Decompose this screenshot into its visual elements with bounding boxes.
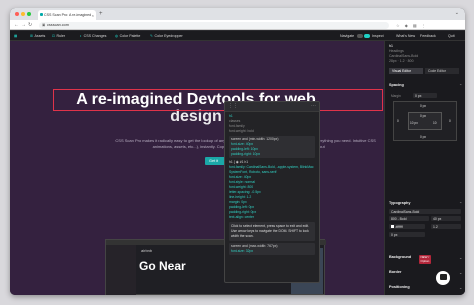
box-model: 0 px 0 0 0 px 0 px 10 px 10 (393, 101, 457, 141)
preview-sidebar (106, 245, 136, 295)
inspector-menu-icon[interactable]: ⋯ (311, 104, 316, 109)
grid-icon[interactable]: ▦ (14, 34, 17, 38)
padding-left-value[interactable]: 10 px (410, 121, 418, 125)
letter-spacing-input[interactable]: 0 px (389, 232, 425, 237)
assets-icon: ⊞ (30, 34, 34, 38)
minimize-window-button[interactable] (21, 12, 25, 16)
inspector-line: font-weight: bold (229, 129, 254, 133)
media-query-block[interactable]: screen and (min-width: 1200px) font-size… (229, 136, 315, 158)
chevron-down-icon[interactable]: ⌄ (459, 270, 462, 275)
url-bar[interactable]: ▣ cssscan.com (39, 21, 389, 29)
toolbar-css-changes[interactable]: ◐ CSS Changes (80, 34, 106, 38)
toolbar-navigate[interactable]: Navigate (340, 34, 354, 38)
selection-outline (53, 89, 383, 111)
new-tab-button[interactable]: + (99, 10, 103, 18)
inspect-toggle[interactable] (364, 34, 370, 38)
color-palette-icon: ◍ (115, 34, 119, 38)
toolbar-inspect[interactable]: Inspect (372, 34, 384, 38)
toolbar-color-eyedropper[interactable]: ✎ Color Eyedropper (150, 34, 183, 38)
url-text: cssscan.com (47, 23, 69, 27)
padding-right-value[interactable]: 10 (433, 121, 437, 125)
navigate-toggle[interactable] (357, 34, 363, 38)
color-input[interactable]: #ffffff (389, 224, 425, 229)
chat-bubble-button[interactable] (436, 271, 450, 285)
background-section[interactable]: Background NEW / Option ⌄ (389, 254, 462, 264)
positioning-label: Positioning (389, 285, 410, 289)
spacing-section[interactable]: Spacing ⌃ (389, 83, 462, 88)
css-scan-toolbar: ▦ ⊞ Assets ⊡ Ruler ◐ CSS Changes ◍ Color Pal… (10, 31, 465, 41)
toolbar-quit[interactable]: Quit (448, 34, 455, 38)
back-button[interactable]: ← (14, 21, 19, 29)
tab-close-icon[interactable]: × (92, 13, 94, 18)
eyedropper-icon: ✎ (150, 34, 154, 38)
tab-title: CSS Scan Pro: A re-imagined (44, 13, 92, 17)
tab-visual-editor[interactable]: Visual Editor (389, 68, 423, 74)
margin-input[interactable]: 0 px (413, 93, 437, 98)
css-prop: font-size: 32px (231, 249, 254, 253)
extension-icons[interactable]: ☆ ◆ ▦ ⋮ (396, 23, 428, 28)
element-info: 28px · 1.2 · 800 (389, 59, 414, 63)
preview-brand: airbnb (141, 248, 153, 253)
web-page: ▦ ⊞ Assets ⊡ Ruler ◐ CSS Changes ◍ Color Pal… (10, 31, 465, 295)
preview-heading: Go Near (139, 259, 186, 273)
toolbar-ruler[interactable]: ⊡ Ruler (52, 34, 65, 38)
chevron-up-icon[interactable]: ⌃ (459, 83, 462, 88)
css-changes-icon: ◐ (80, 34, 83, 38)
border-section[interactable]: Border ⌄ (389, 270, 462, 275)
element-summary: h1 Headings CardinalSans-Bold 28px · 1.2… (389, 44, 418, 64)
margin-bottom-value[interactable]: 0 px (420, 135, 426, 139)
typography-section[interactable]: Typography ⌃ (389, 201, 462, 206)
css-prop: text-align: center (229, 215, 255, 219)
chat-icon (439, 274, 447, 280)
reload-button[interactable]: ↻ (28, 21, 32, 29)
font-size-input[interactable]: 40 px (431, 216, 461, 221)
line-height-input[interactable]: 1.2 (431, 224, 461, 229)
css-prop: padding-right: 10px (231, 152, 261, 156)
media-query-block[interactable]: screen and (max-width: 767px) font-size:… (229, 243, 315, 255)
margin-label: Margin (391, 94, 401, 98)
border-label: Border (389, 270, 402, 274)
color-swatch (391, 224, 394, 228)
chevron-down-icon[interactable]: ⌄ (459, 285, 462, 290)
margin-left-value[interactable]: 0 (397, 119, 399, 123)
toolbar-color-palette[interactable]: ◍ Color Palette (115, 34, 140, 38)
drag-handle-icon[interactable]: ⋮⋮ (228, 104, 238, 109)
forward-button[interactable]: → (21, 21, 26, 29)
toolbar-assets[interactable]: ⊞ Assets (30, 34, 45, 38)
font-family-select[interactable]: CardinalSans-Bold (389, 209, 461, 214)
browser-tab[interactable]: CSS Scan Pro: A re-imagined × (38, 10, 96, 20)
margin-right-value[interactable]: 0 (449, 119, 451, 123)
typography-label: Typography (389, 201, 411, 205)
tab-code-editor[interactable]: Code Editor (425, 68, 459, 74)
inspector-header: ⋮⋮ ⋯ (225, 102, 319, 112)
status-badge: NEW / Option (419, 254, 431, 264)
tab-list-chevron-icon[interactable]: ⌄ (455, 10, 459, 16)
font-weight-select[interactable]: 800 - Bold (389, 216, 429, 221)
toolbar-feedback[interactable]: Feedback (420, 34, 436, 38)
toolbar-whats-new[interactable]: What's New (396, 34, 415, 38)
address-bar-row: ← → ↻ ▣ cssscan.com ☆ ◆ ▦ ⋮ (10, 20, 465, 30)
inspector-popup[interactable]: ⋮⋮ ⋯ h1 classes font-family font-weight:… (224, 101, 320, 283)
chevron-down-icon[interactable]: ⌄ (459, 255, 462, 260)
inspector-hint: Click to select element, press space to … (229, 222, 315, 241)
margin-top-value[interactable]: 0 px (420, 104, 426, 108)
editor-tabs: Visual Editor Code Editor (389, 68, 462, 74)
color-value: #ffffff (395, 224, 403, 229)
favicon-icon (40, 13, 43, 16)
lock-icon: ▣ (42, 23, 46, 28)
close-window-button[interactable] (15, 12, 19, 16)
background-label: Background (389, 255, 412, 259)
browser-window: CSS Scan Pro: A re-imagined × + ⌄ ← → ↻ … (10, 8, 465, 295)
chevron-up-icon[interactable]: ⌃ (459, 201, 462, 206)
positioning-section[interactable]: Positioning ⌄ (389, 285, 462, 290)
spacing-label: Spacing (389, 83, 404, 87)
css-editor-panel: h1 Headings CardinalSans-Bold 28px · 1.2… (384, 41, 465, 295)
ruler-icon: ⊡ (52, 34, 56, 38)
maximize-window-button[interactable] (27, 12, 31, 16)
tab-strip: CSS Scan Pro: A re-imagined × + ⌄ (10, 8, 465, 20)
padding-box: 0 px 10 px 10 (408, 112, 442, 130)
padding-top-value[interactable]: 0 px (420, 114, 426, 118)
